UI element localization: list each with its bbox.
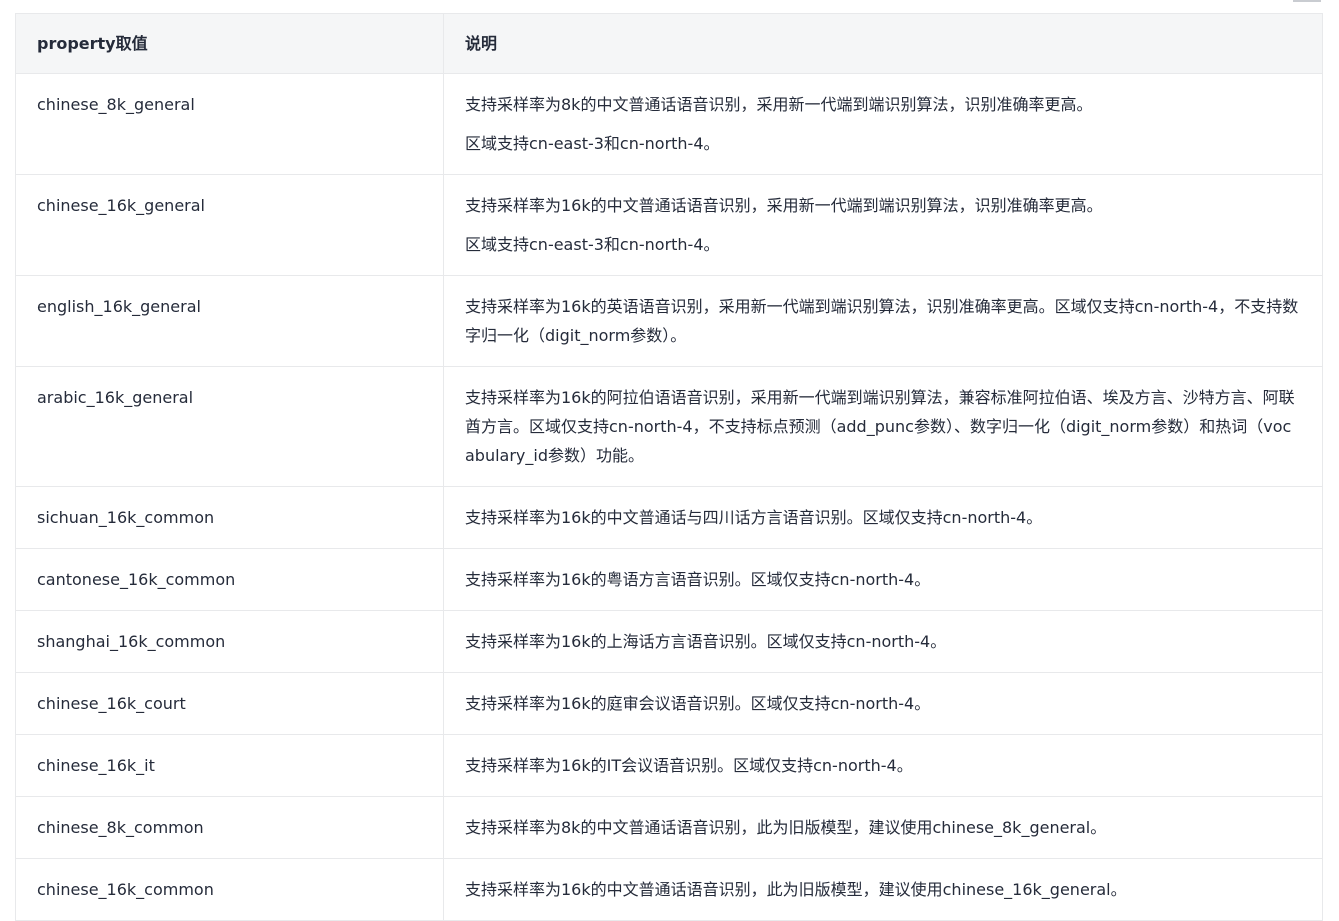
description-text: 支持采样率为8k的中文普通话语音识别，此为旧版模型，建议使用chinese_8k… [465,818,1107,837]
description-cell: 支持采样率为16k的中文普通话语音识别，此为旧版模型，建议使用chinese_1… [443,858,1323,921]
property-value: chinese_16k_court [15,672,444,735]
table-body: chinese_8k_general 支持采样率为8k的中文普通话语音识别，采用… [15,73,1323,921]
description-cell: 支持采样率为16k的阿拉伯语语音识别，采用新一代端到端识别算法，兼容标准阿拉伯语… [443,366,1323,487]
property-value: arabic_16k_general [15,366,444,487]
description-cell: 支持采样率为16k的英语语音识别，采用新一代端到端识别算法，识别准确率更高。区域… [443,275,1323,367]
table-row: english_16k_general 支持采样率为16k的英语语音识别，采用新… [15,275,1323,367]
description-text: 支持采样率为16k的中文普通话与四川话方言语音识别。区域仅支持cn-north-… [465,508,1043,527]
property-value: chinese_16k_common [15,858,444,921]
property-value: shanghai_16k_common [15,610,444,673]
table-header-row: property取值 说明 [15,13,1323,74]
region-note: 区域支持cn-east-3和cn-north-4。 [465,235,720,254]
description-text: 支持采样率为16k的中文普通话语音识别，此为旧版模型，建议使用chinese_1… [465,880,1127,899]
table-row: shanghai_16k_common 支持采样率为16k的上海话方言语音识别。… [15,610,1323,673]
table-row: chinese_8k_common 支持采样率为8k的中文普通话语音识别，此为旧… [15,796,1323,859]
table-row: chinese_16k_general 支持采样率为16k的中文普通话语音识别，… [15,174,1323,276]
header-property: property取值 [15,13,444,74]
region-note: 区域支持cn-east-3和cn-north-4。 [465,134,720,153]
property-value: english_16k_general [15,275,444,367]
table-row: chinese_16k_it 支持采样率为16k的IT会议语音识别。区域仅支持c… [15,734,1323,797]
header-description: 说明 [443,13,1323,74]
property-table: property取值 说明 chinese_8k_general 支持采样率为8… [15,13,1323,921]
property-value: sichuan_16k_common [15,486,444,549]
page-corner-divider [1293,0,1321,2]
description-cell: 支持采样率为16k的上海话方言语音识别。区域仅支持cn-north-4。 [443,610,1323,673]
table-row: chinese_16k_common 支持采样率为16k的中文普通话语音识别，此… [15,858,1323,921]
description-cell: 支持采样率为16k的中文普通话语音识别，采用新一代端到端识别算法，识别准确率更高… [443,174,1323,276]
property-value: cantonese_16k_common [15,548,444,611]
description-cell: 支持采样率为8k的中文普通话语音识别，采用新一代端到端识别算法，识别准确率更高。… [443,73,1323,175]
property-value: chinese_16k_it [15,734,444,797]
description-cell: 支持采样率为16k的粤语方言语音识别。区域仅支持cn-north-4。 [443,548,1323,611]
table-row: cantonese_16k_common 支持采样率为16k的粤语方言语音识别。… [15,548,1323,611]
table-row: chinese_16k_court 支持采样率为16k的庭审会议语音识别。区域仅… [15,672,1323,735]
table-row: chinese_8k_general 支持采样率为8k的中文普通话语音识别，采用… [15,73,1323,175]
description-cell: 支持采样率为16k的庭审会议语音识别。区域仅支持cn-north-4。 [443,672,1323,735]
property-value: chinese_16k_general [15,174,444,276]
description-text: 支持采样率为16k的庭审会议语音识别。区域仅支持cn-north-4。 [465,694,931,713]
description-text: 支持采样率为16k的粤语方言语音识别。区域仅支持cn-north-4。 [465,570,931,589]
description-text: 支持采样率为16k的IT会议语音识别。区域仅支持cn-north-4。 [465,756,913,775]
table-row: sichuan_16k_common 支持采样率为16k的中文普通话与四川话方言… [15,486,1323,549]
description-text: 支持采样率为16k的英语语音识别，采用新一代端到端识别算法，识别准确率更高。区域… [465,297,1299,345]
description-cell: 支持采样率为16k的IT会议语音识别。区域仅支持cn-north-4。 [443,734,1323,797]
description-text: 支持采样率为16k的阿拉伯语语音识别，采用新一代端到端识别算法，兼容标准阿拉伯语… [465,388,1295,465]
table-header: property取值 说明 [15,13,1323,74]
description-cell: 支持采样率为16k的中文普通话与四川话方言语音识别。区域仅支持cn-north-… [443,486,1323,549]
description-text: 支持采样率为16k的上海话方言语音识别。区域仅支持cn-north-4。 [465,632,947,651]
description-text: 支持采样率为8k的中文普通话语音识别，采用新一代端到端识别算法，识别准确率更高。 [465,95,1093,114]
table-row: arabic_16k_general 支持采样率为16k的阿拉伯语语音识别，采用… [15,366,1323,487]
description-text: 支持采样率为16k的中文普通话语音识别，采用新一代端到端识别算法，识别准确率更高… [465,196,1103,215]
property-value: chinese_8k_common [15,796,444,859]
description-cell: 支持采样率为8k的中文普通话语音识别，此为旧版模型，建议使用chinese_8k… [443,796,1323,859]
property-value: chinese_8k_general [15,73,444,175]
